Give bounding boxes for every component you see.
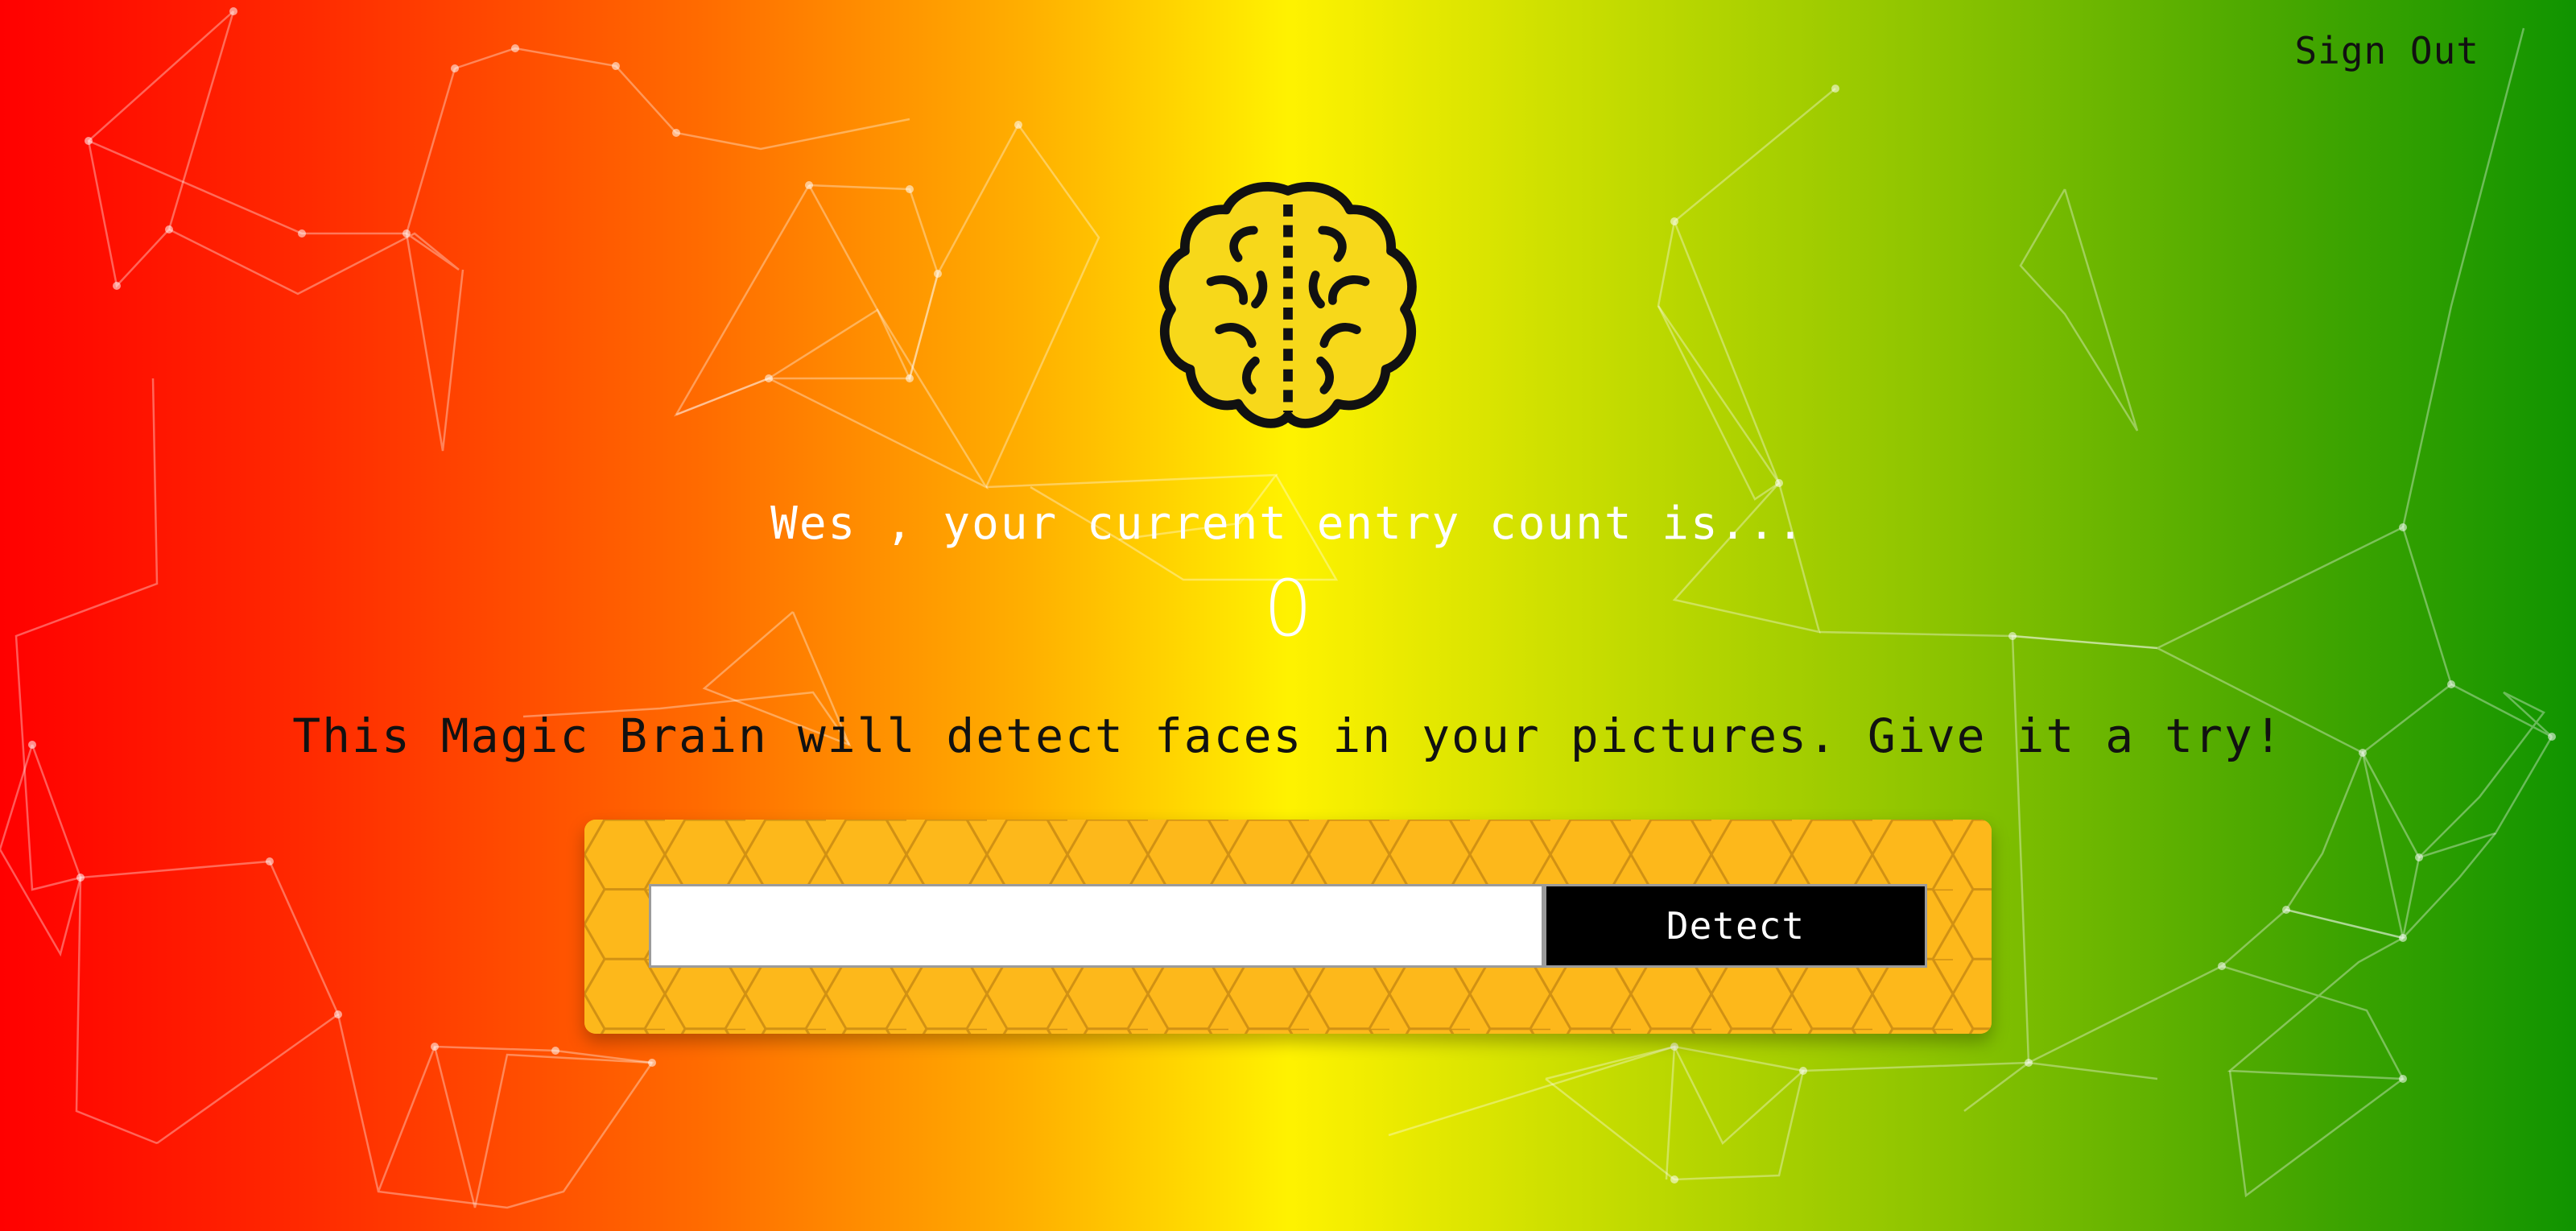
form-description: This Magic Brain will detect faces in yo… bbox=[292, 708, 2284, 763]
brain-icon bbox=[1159, 182, 1417, 428]
detect-button[interactable]: Detect bbox=[1544, 884, 1927, 968]
entry-count-message: Wes , your current entry count is... bbox=[770, 498, 1806, 550]
entry-count-value: 0 bbox=[1263, 564, 1313, 654]
logo bbox=[1159, 179, 1417, 436]
form-row: Detect bbox=[649, 884, 1927, 968]
image-link-form: Detect bbox=[584, 820, 1992, 1034]
image-url-input[interactable] bbox=[649, 884, 1544, 968]
sign-out-link[interactable]: Sign Out bbox=[2294, 29, 2479, 72]
